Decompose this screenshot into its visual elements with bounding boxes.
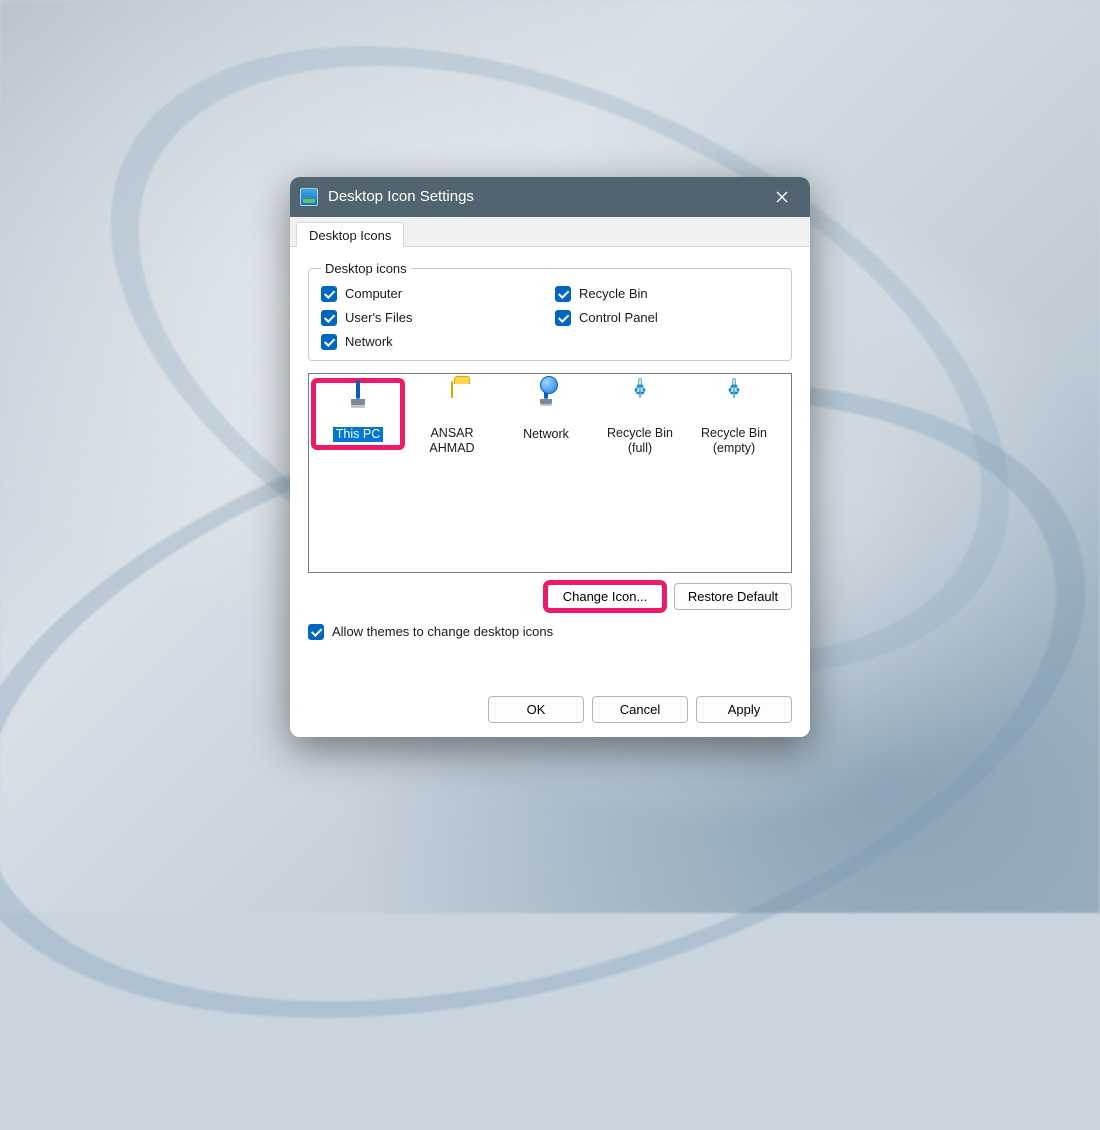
icon-item-recycle-bin-empty[interactable]: Recycle Bin (empty) <box>689 380 779 459</box>
tab-desktop-icons[interactable]: Desktop Icons <box>296 222 404 247</box>
user-folder-icon <box>432 382 472 422</box>
checkbox-icon <box>308 624 324 640</box>
restore-default-button[interactable]: Restore Default <box>674 583 792 610</box>
group-legend: Desktop icons <box>321 261 411 276</box>
icon-item-label: Recycle Bin (full) <box>595 426 685 457</box>
app-icon <box>300 188 318 206</box>
tab-strip: Desktop Icons <box>290 217 810 247</box>
desktop-icon-settings-dialog: Desktop Icon Settings Desktop Icons Desk… <box>290 177 810 737</box>
dialog-client: Desktop Icons Desktop icons Computer Use… <box>290 217 810 737</box>
checkbox-label: Recycle Bin <box>579 286 648 301</box>
icon-item-label: Network <box>520 427 572 443</box>
checkbox-network[interactable]: Network <box>321 334 545 350</box>
this-pc-icon <box>338 382 378 422</box>
checkbox-icon <box>555 310 571 326</box>
icon-item-recycle-bin-full[interactable]: Recycle Bin (full) <box>595 380 685 459</box>
checkbox-icon <box>555 286 571 302</box>
checkbox-label: Control Panel <box>579 310 658 325</box>
icon-item-this-pc[interactable]: This PC <box>313 380 403 449</box>
icon-preview-list[interactable]: This PC ANSAR AHMAD Network Recycle Bin … <box>308 373 792 573</box>
change-icon-button[interactable]: Change Icon... <box>546 583 664 610</box>
network-icon <box>526 382 566 422</box>
titlebar[interactable]: Desktop Icon Settings <box>290 177 810 217</box>
checkbox-label: Computer <box>345 286 402 301</box>
checkbox-label: Allow themes to change desktop icons <box>332 624 553 639</box>
icon-item-label: ANSAR AHMAD <box>407 426 497 457</box>
checkbox-control-panel[interactable]: Control Panel <box>555 310 779 326</box>
recycle-bin-empty-icon <box>714 382 754 422</box>
checkbox-icon <box>321 310 337 326</box>
checkbox-icon <box>321 334 337 350</box>
checkbox-computer[interactable]: Computer <box>321 286 545 302</box>
recycle-bin-full-icon <box>620 382 660 422</box>
desktop-icons-group: Desktop icons Computer User's Files <box>308 261 792 361</box>
ok-button[interactable]: OK <box>488 696 584 723</box>
checkbox-recycle-bin[interactable]: Recycle Bin <box>555 286 779 302</box>
icon-item-network[interactable]: Network <box>501 380 591 445</box>
checkbox-icon <box>321 286 337 302</box>
icon-item-user-folder[interactable]: ANSAR AHMAD <box>407 380 497 459</box>
dialog-footer: OK Cancel Apply <box>290 696 810 723</box>
checkbox-allow-themes[interactable]: Allow themes to change desktop icons <box>308 624 792 640</box>
icon-item-label: This PC <box>333 427 383 443</box>
cancel-button[interactable]: Cancel <box>592 696 688 723</box>
apply-button[interactable]: Apply <box>696 696 792 723</box>
dialog-content: Desktop icons Computer User's Files <box>290 247 810 640</box>
window-title: Desktop Icon Settings <box>328 188 760 205</box>
checkbox-label: Network <box>345 334 393 349</box>
checkbox-users-files[interactable]: User's Files <box>321 310 545 326</box>
close-icon <box>776 191 788 203</box>
icon-item-label: Recycle Bin (empty) <box>689 426 779 457</box>
close-button[interactable] <box>760 177 804 217</box>
checkbox-label: User's Files <box>345 310 413 325</box>
